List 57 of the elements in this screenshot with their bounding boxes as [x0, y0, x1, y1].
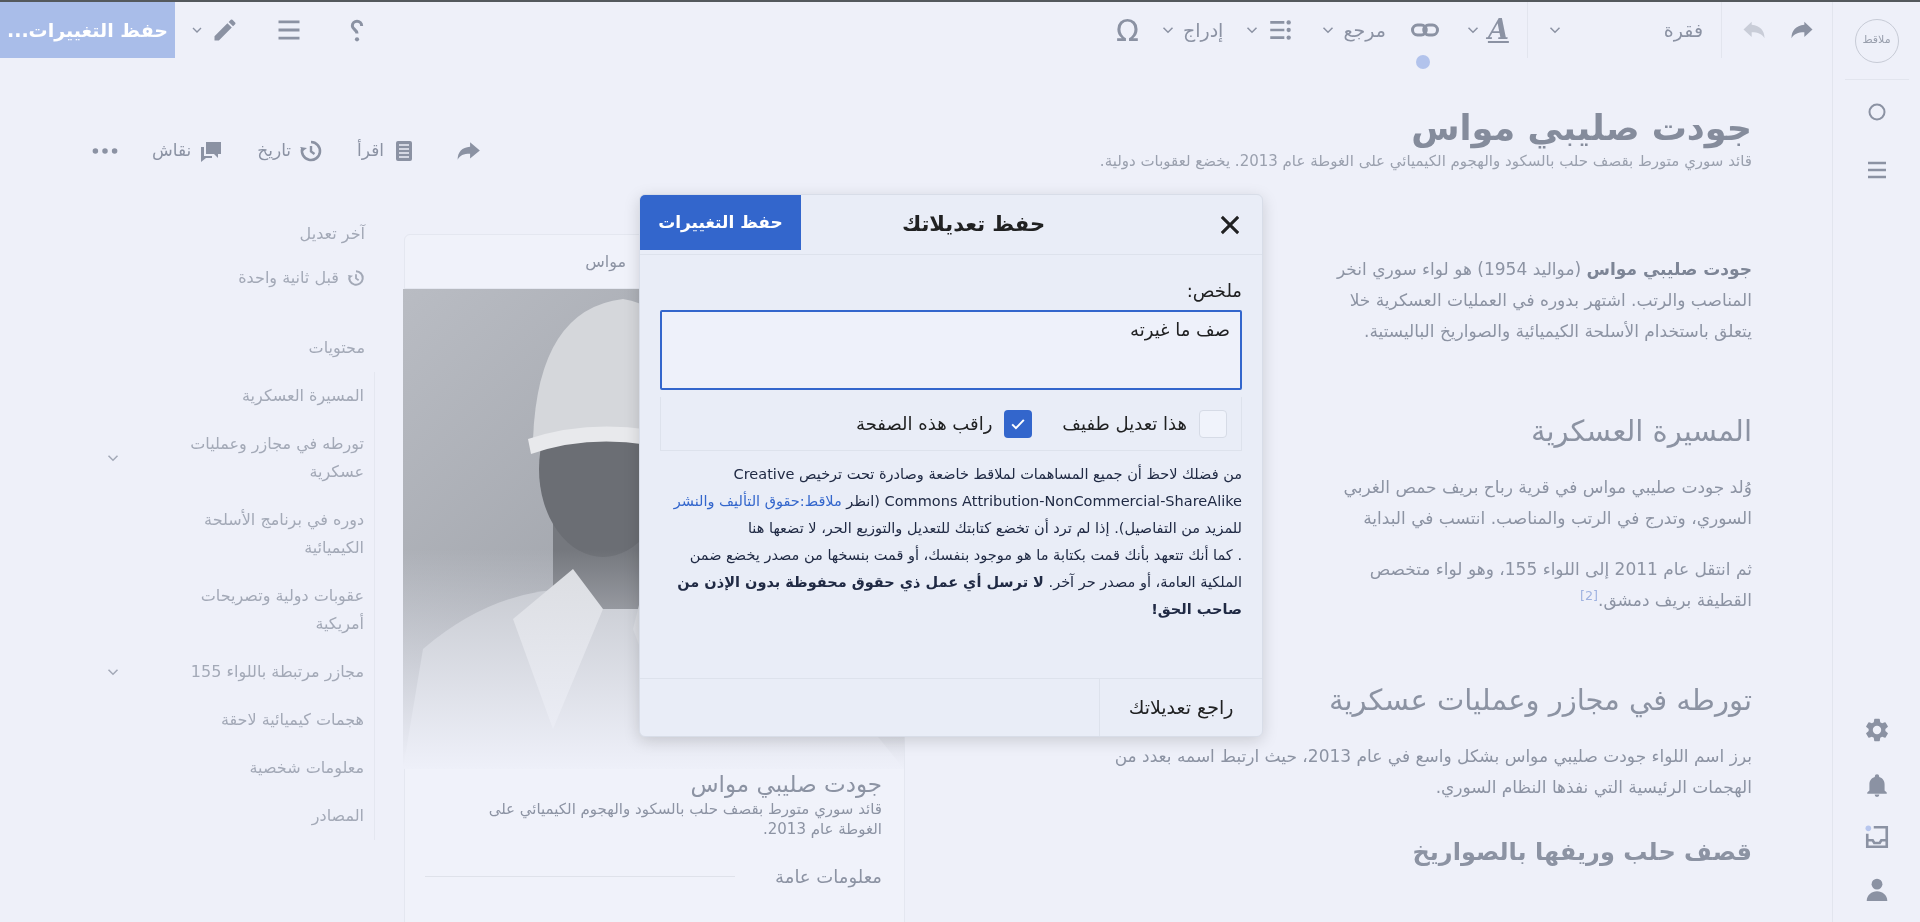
paragraph-line: جودت صليبي مواس (مواليد 1954) هو لواء سوري انخر [1336, 258, 1752, 282]
inbox-button[interactable] [1863, 824, 1890, 850]
paragraph-line: وُلد جودت صليبي مواس في قرية رباح بريف حمص الغربي [1343, 476, 1752, 500]
checkbox-label: هذا تعديل طفيف [1062, 412, 1187, 436]
page-title: جودت صليبي مواس [1410, 107, 1752, 150]
toc-link[interactable]: معلومات شخصية [249, 754, 364, 782]
special-characters-button[interactable]: Ω [1105, 8, 1149, 52]
section-heading: المسيرة العسكرية [1530, 413, 1752, 450]
more-icon [92, 148, 118, 154]
speech-bubbles-icon [199, 139, 224, 163]
checkbox-label: راقب هذه الصفحة [856, 412, 993, 436]
toc-link[interactable]: دوره في برنامج الأسلحة الكيميائية [149, 506, 364, 562]
toc-link[interactable]: تورطه في مجازر وعمليات عسكرية [149, 430, 364, 486]
talk-tab[interactable]: نقاش [152, 138, 224, 164]
paragraph-line: ثم انتقل عام 2011 إلى اللواء 155، وهو لواء متخصص [1369, 558, 1752, 581]
paragraph-line: السوري، وتدرج في الرتب والمناصب. انتسب في البداية [1363, 507, 1752, 531]
checkbox[interactable] [1199, 409, 1227, 438]
license-notice: من فضلك لاحظ أن جميع المساهمات لملاقط خاضعة وصادرة تحت ترخيص Creative Commons Attribution-NonCommercial-ShareAlike (انظر ملاقط:حقوق التأليف والنشر للمزيد من التفاصيل). إذا لم ترد أن تخضع كتابتك للتعديل والتوزيع الحر، لا تضعها هنا [672, 463, 1242, 539]
summary-label: ملخص: [1185, 279, 1242, 304]
more-button[interactable] [92, 148, 118, 154]
toc-link[interactable]: عقوبات دولية وتصريحات أمريكية [149, 582, 364, 638]
toc-link[interactable]: هجمات كيميائية لاحقة [220, 706, 364, 734]
summary-field[interactable]: صف ما غيرته [660, 310, 1242, 390]
toc-link[interactable]: المسيرة العسكرية [242, 382, 364, 410]
list-icon [1267, 17, 1294, 43]
subsection-heading: قصف حلب وريفها بالصواريخ [1412, 837, 1752, 868]
paragraph-line: يتعلق باستخدام الأسلحة الكيميائية والصواريخ الباليستية. [1364, 320, 1752, 344]
checkbox[interactable] [1004, 409, 1033, 438]
read-tab[interactable]: اقرأ [357, 138, 417, 164]
infobox-name: جودت صليبي مواس [689, 770, 882, 799]
text-style-dropdown[interactable]: A [1453, 8, 1519, 52]
last-edit-time: قبل ثانية واحدة [238, 267, 339, 290]
history-tab[interactable]: تاريخ [257, 138, 324, 164]
insert-dropdown[interactable]: إدراج [1148, 8, 1234, 52]
tray-icon [1863, 824, 1890, 850]
contents-heading: محتويات [307, 337, 365, 359]
infobox-caption: مواس [585, 250, 626, 274]
paragraph-format-dropdown[interactable]: فقرة [1535, 8, 1713, 52]
copyright-link[interactable]: ملاقط:حقوق التأليف والنشر [673, 493, 842, 509]
save-changes-button[interactable]: حفظ التغييرات [640, 195, 801, 250]
history-icon [347, 269, 365, 287]
infobox-description: قائد سوري متورط بقصف حلب بالسكود والهجوم الكيميائي على الغوطة عام 2013. [487, 799, 882, 839]
reference-dropdown[interactable]: مرجع [1309, 8, 1396, 52]
save-changes-button[interactable]: حفظ التغييرات... [0, 2, 175, 58]
license-notice: . كما أنك تتعهد بأنك قمت بكتابة ما هو موجود بنفسك، أو قمت بنسخها من مصدر يخضع ضمن الملكية العامة، أو مصدر حر آخر. لا ترسل أي عمل ذي حقوق محفوظة بدون الإذن من صاحب الحق! [676, 544, 1242, 620]
history-icon [299, 139, 324, 163]
dialog-title: حفظ تعديلاتك [901, 210, 1046, 238]
infobox-section-heading: معلومات عامة [775, 865, 882, 890]
toc-link[interactable]: مجازر مرتبطة باللواء 155 [190, 658, 364, 686]
paragraph-line: المناصب والرتب. اشتهر بدوره في العمليات العسكرية خلا [1349, 289, 1752, 313]
review-changes-button[interactable]: راجع تعديلاتك [1099, 679, 1262, 736]
last-edit-label: آخر تعديل [298, 223, 365, 246]
page-subtitle: قائد سوري متورط بقصف حلب بالسكود والهجوم الكيميائي على الغوطة عام 2013. يخضع لعقوبات دولية. [1099, 151, 1752, 172]
paragraph-line: الهجمات الرئيسية التي نفذها النظام السوري. [1435, 776, 1752, 800]
paragraph-line: برز اسم اللواء جودت صليبي مواس بشكل واسع في عام 2013، حيث ارتبط اسمه بعدد من [1114, 745, 1752, 769]
toc-link[interactable]: المصادر [311, 802, 364, 830]
section-heading: تورطه في مجازر وعمليات عسكرية [1328, 682, 1752, 720]
